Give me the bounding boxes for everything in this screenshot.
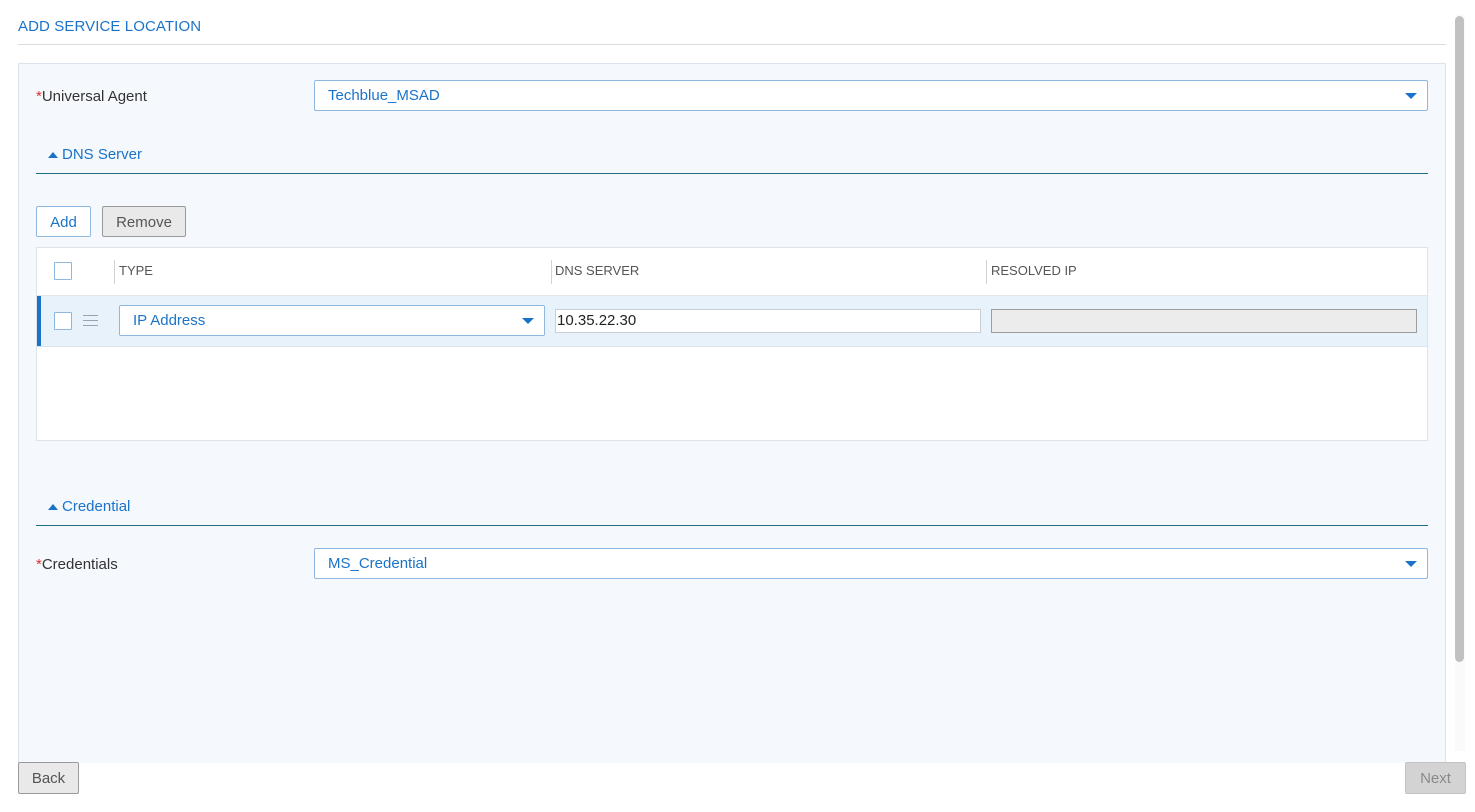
scrollbar-thumb[interactable] [1455,16,1464,662]
credentials-label-text: Credentials [41,556,118,573]
collapse-triangle-icon [48,504,58,510]
row-checkbox[interactable] [54,312,72,330]
table-row[interactable]: IP Address 10.35.22.30 [37,296,1427,347]
column-separator [986,260,987,284]
universal-agent-value: Techblue_MSAD [328,87,440,104]
dns-server-section-header[interactable]: DNS Server [36,144,1428,174]
dns-server-input[interactable]: 10.35.22.30 [555,309,981,333]
column-header-resolved-ip[interactable]: RESOLVED IP [991,263,1077,278]
back-button[interactable]: Back [18,762,79,794]
column-separator [551,260,552,284]
chevron-down-icon [1405,93,1417,99]
credentials-select[interactable]: MS_Credential [314,548,1428,579]
dns-server-grid: TYPE DNS SERVER RESOLVED IP IP Address 1… [36,247,1428,441]
remove-dns-button[interactable]: Remove [102,206,186,237]
universal-agent-label-text: Universal Agent [41,88,147,105]
select-all-checkbox[interactable] [54,262,72,280]
row-type-value: IP Address [133,312,206,329]
credential-section-header[interactable]: Credential [36,496,1428,526]
credentials-value: MS_Credential [328,555,428,572]
grid-header: TYPE DNS SERVER RESOLVED IP [37,248,1427,296]
credentials-label: *Credentials [36,556,118,573]
drag-handle-icon[interactable] [83,315,98,327]
row-selected-indicator [37,296,41,346]
chevron-down-icon [522,318,534,324]
credential-section-title: Credential [62,498,131,515]
universal-agent-label: *Universal Agent [36,88,147,105]
add-dns-button[interactable]: Add [36,206,91,237]
title-divider [18,44,1446,45]
form-panel: *Universal Agent Techblue_MSAD DNS Serve… [18,63,1446,763]
column-header-dns-server[interactable]: DNS SERVER [555,263,639,278]
page-title: ADD SERVICE LOCATION [18,18,202,35]
next-button[interactable]: Next [1405,762,1466,794]
column-separator [114,260,115,284]
universal-agent-select[interactable]: Techblue_MSAD [314,80,1428,111]
collapse-triangle-icon [48,152,58,158]
column-header-type[interactable]: TYPE [119,263,153,278]
chevron-down-icon [1405,561,1417,567]
dns-server-section-title: DNS Server [62,146,143,163]
resolved-ip-input [991,309,1417,333]
row-type-select[interactable]: IP Address [119,305,545,336]
